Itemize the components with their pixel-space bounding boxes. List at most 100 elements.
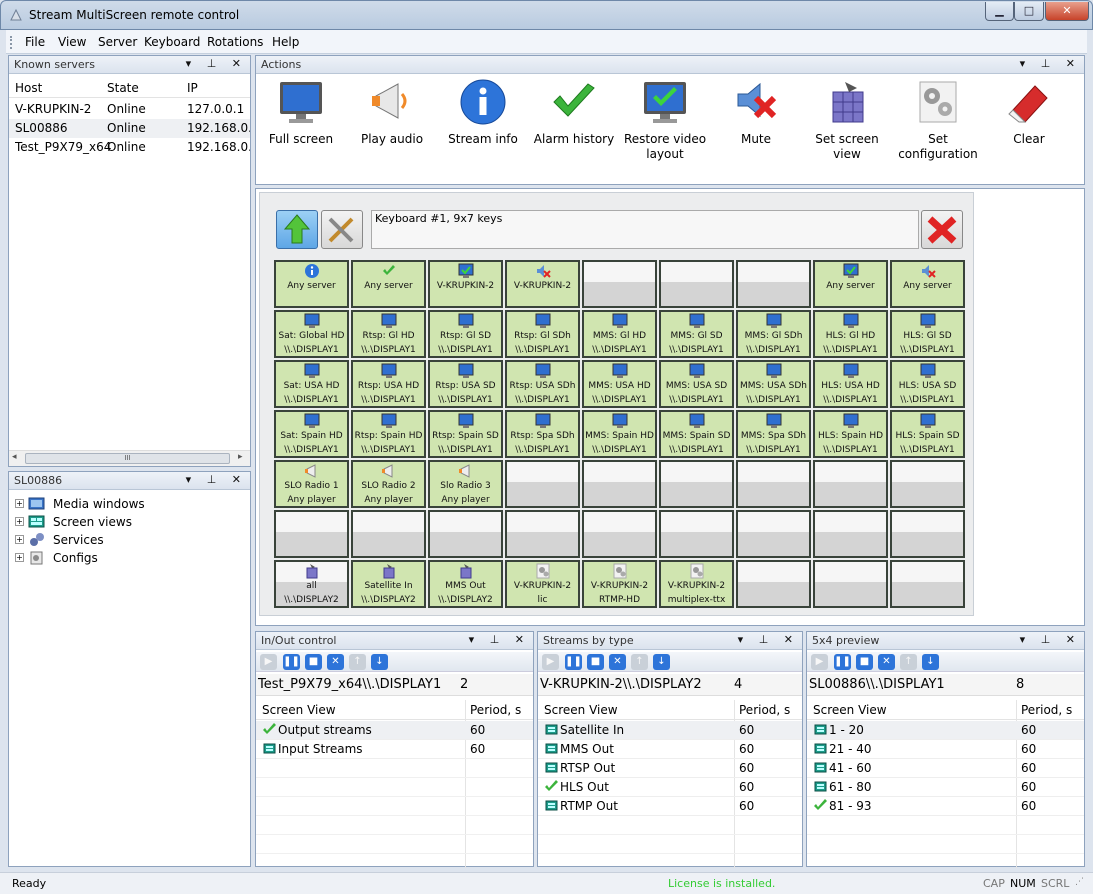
minimize-button[interactable]: ▁: [985, 2, 1014, 21]
expand-icon[interactable]: +: [15, 553, 24, 562]
play-audio-button[interactable]: Play audio: [347, 78, 437, 147]
panel-controls[interactable]: ▾ ⊥ ✕: [1020, 633, 1081, 646]
keyboard-key[interactable]: Any server: [274, 260, 349, 308]
keyboard-key[interactable]: Slo Radio 3 Any player: [428, 460, 503, 508]
keyboard-key[interactable]: Rtsp: Spa SDh \\.\DISPLAY1: [505, 410, 580, 458]
keyboard-key-empty[interactable]: [736, 510, 811, 558]
menu-help[interactable]: Help: [272, 35, 299, 49]
keyboard-key-empty[interactable]: [813, 510, 888, 558]
keyboard-key[interactable]: Sat: Spain HD \\.\DISPLAY1: [274, 410, 349, 458]
keyboard-key[interactable]: MMS Out \\.\DISPLAY2: [428, 560, 503, 608]
keyboard-key-empty[interactable]: [813, 560, 888, 608]
pause-icon[interactable]: ❚❚: [565, 654, 582, 670]
tree-item-media-windows[interactable]: + Media windows: [15, 496, 235, 514]
keyboard-key[interactable]: HLS: Spain HD \\.\DISPLAY1: [813, 410, 888, 458]
keyboard-key-empty[interactable]: [505, 460, 580, 508]
panel-controls[interactable]: ▾ ⊥ ✕: [1020, 57, 1081, 70]
move-down-icon[interactable]: ↓: [653, 654, 670, 670]
column-screen-view[interactable]: Screen View: [813, 703, 887, 717]
keyboard-key[interactable]: Any server: [813, 260, 888, 308]
keyboard-key[interactable]: V-KRUPKIN-2 lic: [505, 560, 580, 608]
keyboard-settings-button[interactable]: [321, 210, 363, 249]
rotation-row[interactable]: 41 - 60 60: [807, 759, 1084, 778]
rotation-row[interactable]: HLS Out 60: [538, 778, 802, 797]
keyboard-key[interactable]: V-KRUPKIN-2 multiplex-ttx: [659, 560, 734, 608]
keyboard-key[interactable]: V-KRUPKIN-2 RTMP-HD: [582, 560, 657, 608]
delete-icon[interactable]: ✕: [327, 654, 344, 670]
column-period[interactable]: Period, s: [470, 703, 521, 717]
keyboard-key[interactable]: MMS: Spain SD \\.\DISPLAY1: [659, 410, 734, 458]
rotation-row[interactable]: Output streams 60: [256, 721, 533, 740]
column-screen-view[interactable]: Screen View: [544, 703, 618, 717]
keyboard-key[interactable]: MMS: Gl SDh \\.\DISPLAY1: [736, 310, 811, 358]
panel-controls[interactable]: ▾ ⊥ ✕: [186, 57, 247, 70]
server-row[interactable]: V-KRUPKIN-2 Online 127.0.0.1: [9, 100, 250, 119]
close-button[interactable]: ✕: [1045, 2, 1089, 21]
rotation-row[interactable]: RTSP Out 60: [538, 759, 802, 778]
full-screen-button[interactable]: Full screen: [256, 78, 346, 147]
keyboard-key[interactable]: MMS: USA SDh \\.\DISPLAY1: [736, 360, 811, 408]
rotation-row[interactable]: 61 - 80 60: [807, 778, 1084, 797]
play-icon[interactable]: ▶: [811, 654, 828, 670]
keyboard-key-empty[interactable]: [582, 510, 657, 558]
rotation-row[interactable]: 81 - 93 60: [807, 797, 1084, 816]
keyboard-key[interactable]: HLS: USA HD \\.\DISPLAY1: [813, 360, 888, 408]
tree-item-services[interactable]: + Services: [15, 532, 235, 550]
set-configuration-button[interactable]: Set configuration: [893, 78, 983, 162]
column-host[interactable]: Host: [15, 81, 42, 95]
keyboard-key[interactable]: Sat: Global HD \\.\DISPLAY1: [274, 310, 349, 358]
alarm-history-button[interactable]: Alarm history: [529, 78, 619, 147]
keyboard-up-button[interactable]: [276, 210, 318, 249]
stop-icon[interactable]: ■: [305, 654, 322, 670]
keyboard-key[interactable]: Rtsp: USA SD \\.\DISPLAY1: [428, 360, 503, 408]
keyboard-key-empty[interactable]: [582, 260, 657, 308]
column-screen-view[interactable]: Screen View: [262, 703, 336, 717]
keyboard-key[interactable]: Rtsp: Gl SDh \\.\DISPLAY1: [505, 310, 580, 358]
keyboard-key[interactable]: MMS: Spa SDh \\.\DISPLAY1: [736, 410, 811, 458]
column-period[interactable]: Period, s: [1021, 703, 1072, 717]
keyboard-key-empty[interactable]: [428, 510, 503, 558]
keyboard-key[interactable]: Rtsp: Spain SD \\.\DISPLAY1: [428, 410, 503, 458]
rotation-row[interactable]: Input Streams 60: [256, 740, 533, 759]
menu-keyboard[interactable]: Keyboard: [144, 35, 200, 49]
rotation-row[interactable]: MMS Out 60: [538, 740, 802, 759]
keyboard-key[interactable]: HLS: USA SD \\.\DISPLAY1: [890, 360, 965, 408]
panel-controls[interactable]: ▾ ⊥ ✕: [738, 633, 799, 646]
keyboard-key[interactable]: Satellite In \\.\DISPLAY2: [351, 560, 426, 608]
pause-icon[interactable]: ❚❚: [283, 654, 300, 670]
keyboard-key[interactable]: Rtsp: Gl SD \\.\DISPLAY1: [428, 310, 503, 358]
column-ip[interactable]: IP: [187, 81, 198, 95]
delete-icon[interactable]: ✕: [609, 654, 626, 670]
panel-controls[interactable]: ▾ ⊥ ✕: [469, 633, 530, 646]
keyboard-key[interactable]: SLO Radio 2 Any player: [351, 460, 426, 508]
keyboard-key[interactable]: Rtsp: USA HD \\.\DISPLAY1: [351, 360, 426, 408]
play-icon[interactable]: ▶: [542, 654, 559, 670]
keyboard-key[interactable]: Any server: [351, 260, 426, 308]
restore-video-layout-button[interactable]: Restore video layout: [620, 78, 710, 162]
expand-icon[interactable]: +: [15, 499, 24, 508]
keyboard-key-empty[interactable]: [659, 510, 734, 558]
keyboard-key[interactable]: MMS: USA HD \\.\DISPLAY1: [582, 360, 657, 408]
keyboard-key[interactable]: MMS: Gl SD \\.\DISPLAY1: [659, 310, 734, 358]
keyboard-key[interactable]: Rtsp: USA SDh \\.\DISPLAY1: [505, 360, 580, 408]
tree-item-screen-views[interactable]: + Screen views: [15, 514, 235, 532]
keyboard-key[interactable]: Rtsp: Gl HD \\.\DISPLAY1: [351, 310, 426, 358]
move-up-icon[interactable]: ↑: [631, 654, 648, 670]
scroll-left-icon[interactable]: ◂: [12, 452, 17, 462]
expand-icon[interactable]: +: [15, 517, 24, 526]
keyboard-key[interactable]: SLO Radio 1 Any player: [274, 460, 349, 508]
keyboard-key[interactable]: HLS: Spain SD \\.\DISPLAY1: [890, 410, 965, 458]
keyboard-key-empty[interactable]: [890, 560, 965, 608]
tree-item-configs[interactable]: + Configs: [15, 550, 235, 568]
mute-button[interactable]: Mute: [711, 78, 801, 147]
rotation-row[interactable]: 21 - 40 60: [807, 740, 1084, 759]
keyboard-key[interactable]: V-KRUPKIN-2: [505, 260, 580, 308]
keyboard-key-empty[interactable]: [582, 460, 657, 508]
set-screen-view-button[interactable]: Set screen view: [802, 78, 892, 162]
panel-controls[interactable]: ▾ ⊥ ✕: [186, 473, 247, 486]
menu-server[interactable]: Server: [98, 35, 137, 49]
server-row[interactable]: Test_P9X79_x64 Online 192.168.0.90: [9, 138, 250, 157]
move-up-icon[interactable]: ↑: [900, 654, 917, 670]
stop-icon[interactable]: ■: [587, 654, 604, 670]
delete-icon[interactable]: ✕: [878, 654, 895, 670]
